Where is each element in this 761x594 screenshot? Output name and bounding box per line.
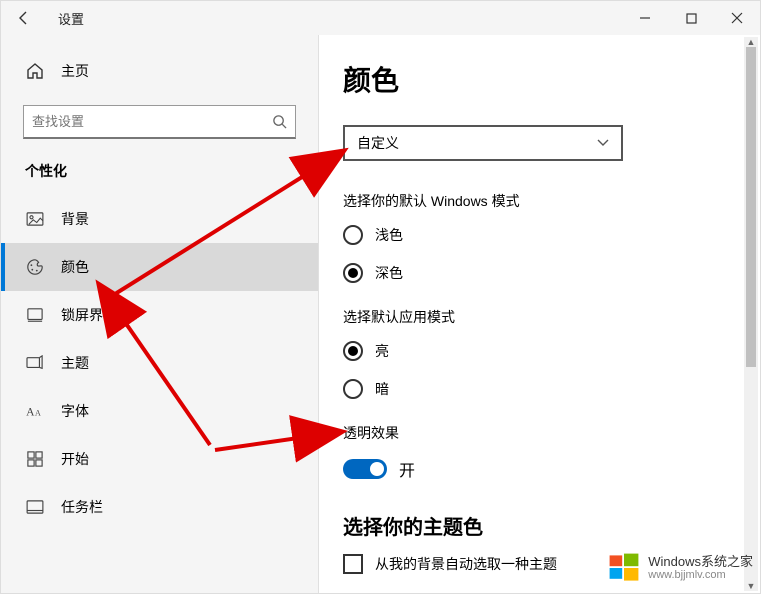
sidebar-item-label: 主题 bbox=[61, 353, 89, 373]
palette-icon bbox=[25, 258, 45, 276]
arrow-left-icon bbox=[16, 10, 32, 26]
radio-label: 浅色 bbox=[375, 225, 403, 245]
windows-mode-label: 选择你的默认 Windows 模式 bbox=[343, 191, 736, 211]
close-button[interactable] bbox=[714, 1, 760, 35]
search-icon bbox=[272, 114, 287, 129]
windows-mode-light-radio[interactable]: 浅色 bbox=[343, 225, 736, 245]
font-icon: AA bbox=[25, 403, 45, 419]
minimize-button[interactable] bbox=[622, 1, 668, 35]
window-title: 设置 bbox=[58, 9, 84, 28]
search-input[interactable] bbox=[32, 114, 272, 129]
taskbar-icon bbox=[25, 500, 45, 514]
maximize-icon bbox=[686, 13, 697, 24]
chevron-down-icon bbox=[597, 139, 609, 147]
radio-icon bbox=[343, 341, 363, 361]
windows-mode-group: 选择你的默认 Windows 模式 浅色 深色 bbox=[343, 191, 736, 283]
app-mode-light-radio[interactable]: 亮 bbox=[343, 341, 736, 361]
sidebar-item-label: 锁屏界面 bbox=[61, 305, 117, 325]
minimize-icon bbox=[639, 12, 651, 24]
settings-window: 设置 主页 个性化 bbox=[0, 0, 761, 594]
search-box[interactable] bbox=[23, 105, 296, 139]
close-icon bbox=[731, 12, 743, 24]
radio-label: 暗 bbox=[375, 379, 389, 399]
sidebar-item-label: 任务栏 bbox=[61, 497, 103, 517]
lock-screen-icon bbox=[25, 307, 45, 323]
back-button[interactable] bbox=[1, 1, 46, 35]
sidebar-item-fonts[interactable]: AA 字体 bbox=[1, 387, 318, 435]
watermark-url: www.bjjmlv.com bbox=[648, 569, 753, 581]
title-bar: 设置 bbox=[1, 1, 760, 35]
radio-icon bbox=[343, 263, 363, 283]
home-link[interactable]: 主页 bbox=[1, 49, 318, 93]
category-label: 个性化 bbox=[1, 161, 318, 195]
sidebar-item-start[interactable]: 开始 bbox=[1, 435, 318, 483]
sidebar-item-label: 字体 bbox=[61, 401, 89, 421]
color-mode-dropdown[interactable]: 自定义 bbox=[343, 125, 623, 161]
app-mode-dark-radio[interactable]: 暗 bbox=[343, 379, 736, 399]
transparency-label: 透明效果 bbox=[343, 423, 736, 443]
windows-logo-icon bbox=[606, 550, 642, 586]
dropdown-value: 自定义 bbox=[357, 133, 399, 153]
checkbox-label: 从我的背景自动选取一种主题 bbox=[375, 554, 557, 574]
watermark: Windows系统之家 www.bjjmlv.com bbox=[606, 550, 753, 586]
radio-label: 亮 bbox=[375, 341, 389, 361]
sidebar-item-colors[interactable]: 颜色 bbox=[1, 243, 318, 291]
page-title: 颜色 bbox=[343, 59, 736, 99]
sidebar: 主页 个性化 背景 颜色 bbox=[1, 35, 319, 593]
sidebar-item-lockscreen[interactable]: 锁屏界面 bbox=[1, 291, 318, 339]
window-body: 主页 个性化 背景 颜色 bbox=[1, 35, 760, 593]
toggle-state-label: 开 bbox=[399, 457, 415, 481]
accent-label: 选择你的主题色 bbox=[343, 511, 736, 540]
vertical-scrollbar[interactable]: ▲ ▼ bbox=[744, 37, 758, 591]
maximize-button[interactable] bbox=[668, 1, 714, 35]
watermark-brand: Windows系统之家 bbox=[648, 555, 753, 569]
home-icon bbox=[25, 62, 45, 80]
home-label: 主页 bbox=[61, 61, 89, 81]
svg-text:A: A bbox=[35, 408, 41, 417]
svg-text:A: A bbox=[26, 406, 35, 418]
radio-icon bbox=[343, 379, 363, 399]
radio-label: 深色 bbox=[375, 263, 403, 283]
sidebar-item-label: 开始 bbox=[61, 449, 89, 469]
transparency-group: 透明效果 开 bbox=[343, 423, 736, 481]
main-content: 颜色 自定义 选择你的默认 Windows 模式 浅色 深色 bbox=[319, 35, 760, 593]
theme-icon bbox=[25, 355, 45, 371]
scrollbar-thumb[interactable] bbox=[746, 47, 756, 367]
windows-mode-dark-radio[interactable]: 深色 bbox=[343, 263, 736, 283]
sidebar-item-label: 背景 bbox=[61, 209, 89, 229]
transparency-toggle-row: 开 bbox=[343, 457, 736, 481]
start-icon bbox=[25, 451, 45, 467]
sidebar-item-label: 颜色 bbox=[61, 257, 89, 277]
checkbox-icon bbox=[343, 554, 363, 574]
sidebar-item-themes[interactable]: 主题 bbox=[1, 339, 318, 387]
sidebar-item-taskbar[interactable]: 任务栏 bbox=[1, 483, 318, 531]
picture-icon bbox=[25, 212, 45, 226]
app-mode-label: 选择默认应用模式 bbox=[343, 307, 736, 327]
transparency-toggle[interactable] bbox=[343, 459, 387, 479]
app-mode-group: 选择默认应用模式 亮 暗 bbox=[343, 307, 736, 399]
radio-icon bbox=[343, 225, 363, 245]
sidebar-item-background[interactable]: 背景 bbox=[1, 195, 318, 243]
